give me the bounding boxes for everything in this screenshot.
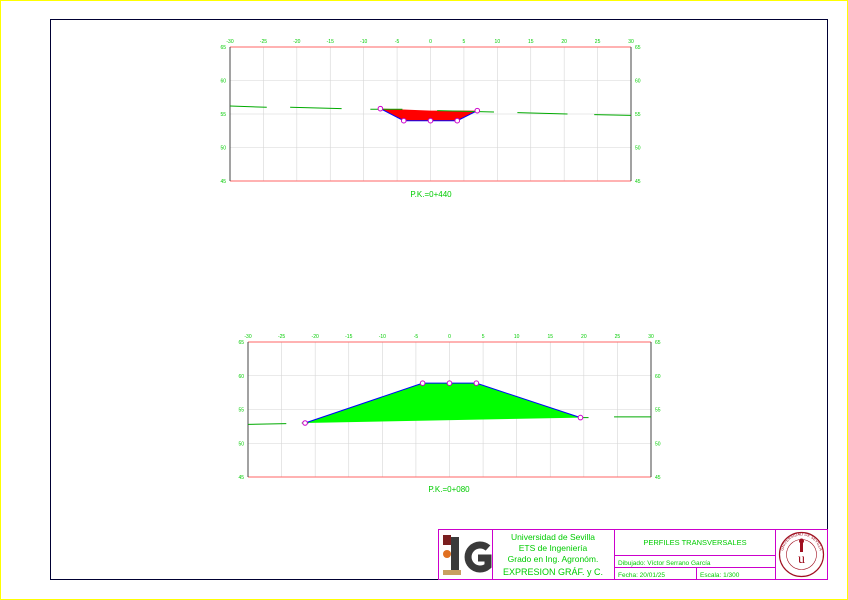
svg-text:u: u — [798, 552, 805, 567]
x-tick-label: 0 — [429, 39, 432, 45]
y-tick-label-right: 65 — [635, 45, 641, 51]
y-tick-label-left: 50 — [220, 146, 226, 152]
control-point — [302, 420, 308, 426]
x-tick-label: -25 — [278, 334, 285, 340]
school-name: ETS de Ingeniería — [519, 543, 588, 553]
control-point — [377, 105, 384, 112]
x-tick-label: -5 — [395, 39, 400, 45]
x-tick-label: -10 — [360, 39, 367, 45]
y-tick-label-left: 60 — [238, 374, 244, 380]
x-tick-label: 0 — [448, 334, 451, 340]
x-tick-label: 30 — [648, 334, 654, 340]
control-point — [446, 380, 453, 386]
x-tick-label: 15 — [547, 334, 553, 340]
x-tick-label: 10 — [514, 334, 520, 340]
control-point — [454, 117, 461, 124]
y-tick-label-left: 60 — [220, 79, 226, 85]
cut-fill-area — [305, 383, 581, 423]
y-tick-label-right: 60 — [635, 79, 641, 85]
x-tick-label: 5 — [482, 334, 485, 340]
sheet-border — [0, 0, 848, 600]
terrain-line — [594, 114, 632, 116]
x-tick-label: 20 — [561, 39, 567, 45]
control-point — [427, 117, 434, 124]
y-tick-label-left: 65 — [238, 340, 244, 346]
cross-section-profile-1: -30 -25 -20 -15 -10 -5 0 5 10 15 20 25 30 45 45 50 50 55 5… — [220, 39, 640, 185]
y-tick-label-right: 65 — [655, 340, 661, 346]
x-tick-label: -20 — [293, 39, 300, 45]
y-tick-label-left: 50 — [238, 441, 244, 447]
x-tick-label: -30 — [226, 39, 233, 45]
control-point — [400, 117, 407, 124]
title-block: Universidad de Sevilla ETS de Ingeniería… — [438, 529, 828, 580]
drawing-scale: Escala: 1/300 — [700, 572, 740, 579]
y-tick-label-right: 45 — [655, 475, 661, 481]
x-tick-label: -20 — [312, 334, 319, 340]
university-name: Universidad de Sevilla — [511, 532, 595, 542]
x-tick-label: 15 — [528, 39, 534, 45]
control-point — [473, 380, 480, 386]
drawing-date: Fecha: 20/01/25 — [618, 572, 665, 579]
x-tick-label: -15 — [327, 39, 334, 45]
y-tick-label-right: 55 — [655, 408, 661, 414]
y-tick-label-left: 45 — [238, 475, 244, 481]
degree-name: Grado en Ing. Agronóm. — [508, 554, 599, 564]
control-point — [419, 380, 426, 386]
terrain-line — [290, 106, 342, 110]
drawn-by: Dibujado: Víctor Serrano García — [618, 560, 711, 567]
x-tick-label: -10 — [379, 334, 386, 340]
y-tick-label-left: 65 — [220, 45, 226, 51]
y-tick-label-right: 50 — [635, 146, 641, 152]
drawing-sheet: -30 -25 -20 -15 -10 -5 0 5 10 15 20 25 3045 4550 5055 5… — [0, 0, 848, 600]
terrain-line — [229, 105, 267, 108]
y-tick-label-right: 55 — [635, 112, 641, 118]
x-tick-label: 5 — [463, 39, 466, 45]
x-tick-label: 30 — [628, 39, 634, 45]
terrain-line — [247, 423, 287, 425]
y-tick-label-right: 60 — [655, 374, 661, 380]
drawing-title: PERFILES TRANSVERSALES — [643, 538, 746, 547]
x-tick-label: -25 — [260, 39, 267, 45]
x-tick-label: -30 — [244, 334, 251, 340]
control-point — [577, 414, 584, 421]
x-tick-label: 25 — [595, 39, 601, 45]
cross-section-profile-2: -30 -25 -20 -15 -10 -5 0 5 10 15 20 25 30 45 45 50 50 55 5… — [238, 334, 660, 481]
x-tick-label: 10 — [495, 39, 501, 45]
y-tick-label-right: 45 — [635, 179, 641, 185]
y-tick-label-left: 55 — [238, 408, 244, 414]
control-point — [474, 107, 481, 114]
department-logo — [442, 533, 492, 576]
x-tick-label: -5 — [414, 334, 419, 340]
university-seal: UNIVERSIDAD DE SEVILLA u — [778, 531, 825, 578]
y-tick-label-left: 55 — [220, 112, 226, 118]
profile-label-2: P.K.=0+080 — [428, 485, 470, 494]
x-tick-label: 25 — [615, 334, 621, 340]
profile-label-1: P.K.=0+440 — [410, 190, 452, 199]
x-tick-label: -15 — [345, 334, 352, 340]
subject-name: EXPRESION GRÁF. y C. — [503, 567, 603, 577]
x-tick-label: 20 — [581, 334, 587, 340]
y-tick-label-left: 45 — [220, 179, 226, 185]
drawing-frame — [50, 19, 828, 580]
y-tick-label-right: 50 — [655, 441, 661, 447]
